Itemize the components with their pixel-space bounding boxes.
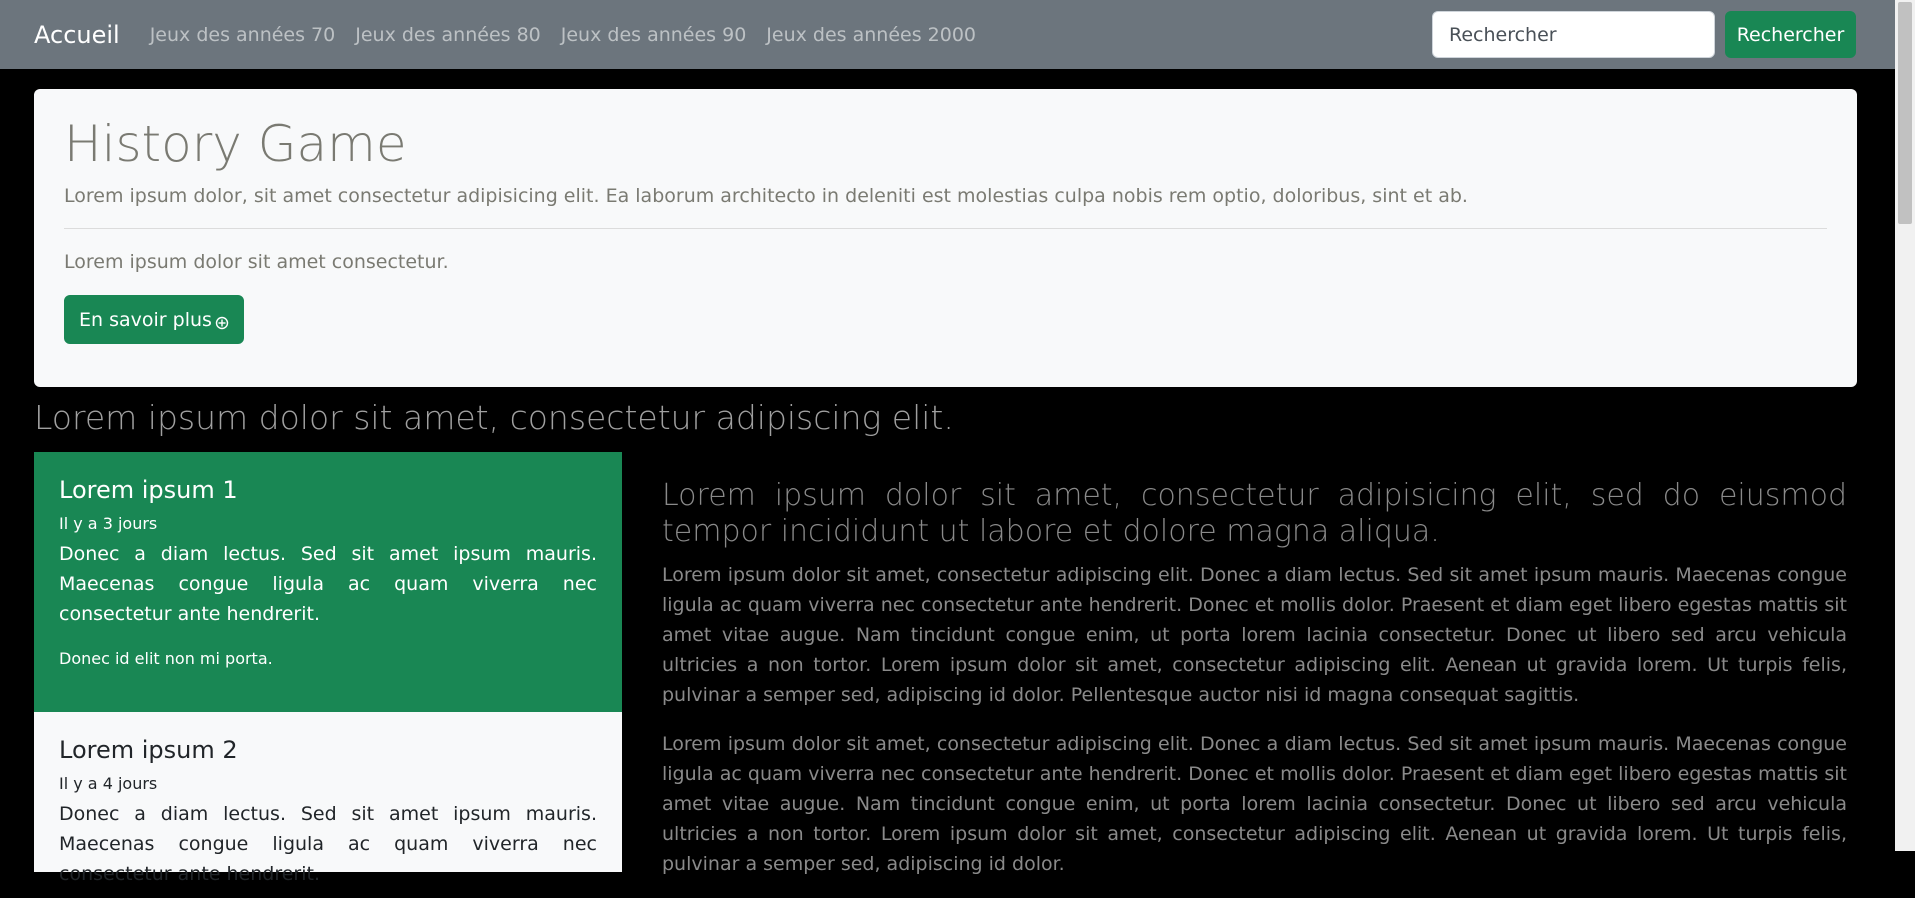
hero-divider — [64, 228, 1827, 229]
hero-lead: Lorem ipsum dolor, sit amet consectetur … — [64, 185, 1468, 207]
list-item-time: Il y a 4 jours — [59, 774, 158, 793]
list-item-time: Il y a 3 jours — [59, 514, 158, 533]
top-navbar: Accueil Jeux des années 70 Jeux des anné… — [0, 0, 1895, 69]
search-form: Rechercher — [1432, 11, 1856, 58]
learn-more-button[interactable]: En savoir plus — [64, 295, 244, 344]
list-item[interactable]: Lorem ipsum 1 Il y a 3 jours Donec a dia… — [34, 452, 622, 712]
list-item-body: Donec a diam lectus. Sed sit amet ipsum … — [59, 803, 597, 885]
nav-link-2000s[interactable]: Jeux des années 2000 — [766, 24, 976, 46]
learn-more-label: En savoir plus — [79, 308, 212, 331]
hero-panel: History Game Lorem ipsum dolor, sit amet… — [34, 89, 1857, 387]
article-paragraph: Lorem ipsum dolor sit amet, consectetur … — [662, 733, 1847, 875]
list-item-title: Lorem ipsum 2 — [59, 736, 238, 764]
list-item-footer: Donec id elit non mi porta. — [59, 649, 273, 668]
list-item[interactable]: Lorem ipsum 2 Il y a 4 jours Donec a dia… — [34, 712, 622, 885]
nav-link-90s[interactable]: Jeux des années 90 — [561, 24, 747, 46]
page-title: History Game — [64, 115, 407, 173]
article-paragraph: Lorem ipsum dolor sit amet, consectetur … — [662, 564, 1847, 706]
plus-circle-icon — [215, 313, 229, 329]
article-title: Lorem ipsum dolor sit amet, consectetur … — [662, 478, 1847, 549]
page-scrollbar[interactable] — [1895, 0, 1915, 851]
brand-link[interactable]: Accueil — [34, 21, 120, 49]
search-button[interactable]: Rechercher — [1725, 11, 1856, 58]
article: Lorem ipsum dolor sit amet, consectetur … — [662, 478, 1847, 898]
scrollbar-thumb[interactable] — [1898, 2, 1912, 224]
list-item-title: Lorem ipsum 1 — [59, 476, 238, 504]
list-item-body: Donec a diam lectus. Sed sit amet ipsum … — [59, 543, 597, 625]
search-input[interactable] — [1432, 11, 1715, 58]
nav-link-80s[interactable]: Jeux des années 80 — [355, 24, 541, 46]
section-heading: Lorem ipsum dolor sit amet, consectetur … — [34, 398, 954, 437]
hero-text: Lorem ipsum dolor sit amet consectetur. — [64, 251, 449, 273]
nav-link-70s[interactable]: Jeux des années 70 — [150, 24, 336, 46]
